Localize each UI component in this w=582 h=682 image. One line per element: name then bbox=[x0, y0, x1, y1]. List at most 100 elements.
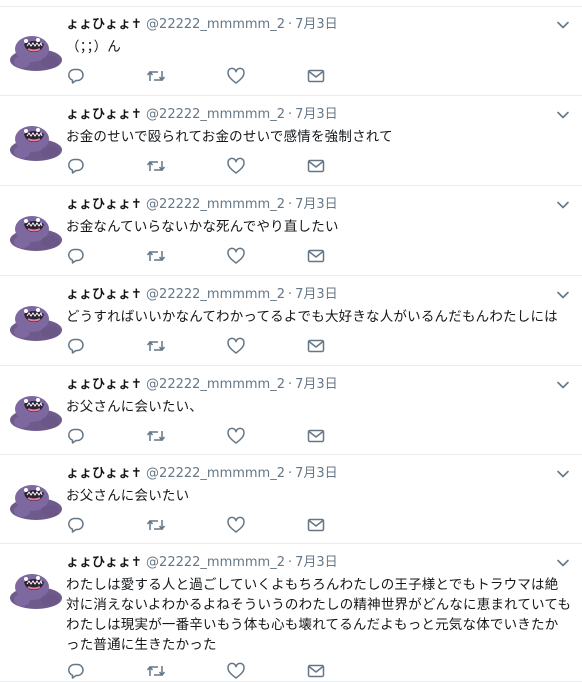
heart-icon bbox=[227, 427, 245, 444]
reply-icon bbox=[68, 248, 84, 264]
tweet[interactable]: ょょひょょ✝ @22222_mmmmm_2 · 7月3日 どうすればいいかなんてわか… bbox=[0, 276, 582, 366]
envelope-icon bbox=[307, 339, 325, 353]
like-button[interactable] bbox=[226, 157, 246, 175]
envelope-icon bbox=[307, 518, 325, 532]
timestamp[interactable]: 7月3日 bbox=[295, 107, 338, 122]
display-name[interactable]: ょょひょょ✝ bbox=[66, 107, 142, 122]
tweet-actions bbox=[66, 427, 346, 445]
display-name[interactable]: ょょひょょ✝ bbox=[66, 287, 142, 302]
timestamp[interactable]: 7月3日 bbox=[295, 466, 338, 481]
chevron-down-icon[interactable] bbox=[556, 378, 570, 392]
reply-button[interactable] bbox=[66, 67, 86, 85]
direct-message-button[interactable] bbox=[306, 247, 326, 265]
display-name[interactable]: ょょひょょ✝ bbox=[66, 377, 142, 392]
user-handle[interactable]: @22222_mmmmm_2 bbox=[146, 555, 285, 570]
reply-button[interactable] bbox=[66, 427, 86, 445]
display-name[interactable]: ょょひょょ✝ bbox=[66, 17, 142, 32]
separator: · bbox=[288, 17, 293, 32]
tweet[interactable]: ょょひょょ✝ @22222_mmmmm_2 · 7月3日 お金なんていらないかな死ん… bbox=[0, 186, 582, 276]
retweet-icon bbox=[146, 666, 166, 676]
retweet-button[interactable] bbox=[146, 427, 166, 445]
avatar[interactable] bbox=[8, 570, 64, 610]
like-button[interactable] bbox=[226, 516, 246, 534]
tweet[interactable]: ょょひょょ✝ @22222_mmmmm_2 · 7月3日 お父さんに会いたい bbox=[0, 455, 582, 544]
direct-message-button[interactable] bbox=[306, 337, 326, 355]
reply-button[interactable] bbox=[66, 662, 86, 680]
retweet-button[interactable] bbox=[146, 67, 166, 85]
heart-icon bbox=[227, 337, 245, 354]
tweet-text: どうすればいいかなんてわかってるよでも大好きな人がいるんだもんわたしには bbox=[66, 309, 558, 325]
tweet-header: ょょひょょ✝ @22222_mmmmm_2 · 7月3日 bbox=[66, 286, 338, 304]
timestamp[interactable]: 7月3日 bbox=[295, 17, 338, 32]
envelope-icon bbox=[307, 249, 325, 263]
avatar[interactable] bbox=[8, 122, 64, 162]
like-button[interactable] bbox=[226, 427, 246, 445]
direct-message-button[interactable] bbox=[306, 67, 326, 85]
retweet-button[interactable] bbox=[146, 662, 166, 680]
user-handle[interactable]: @22222_mmmmm_2 bbox=[146, 107, 285, 122]
timestamp[interactable]: 7月3日 bbox=[295, 287, 338, 302]
direct-message-button[interactable] bbox=[306, 427, 326, 445]
tweet-text: お金のせいで殴られてお金のせいで感情を強制されて bbox=[66, 129, 393, 145]
chevron-down-icon[interactable] bbox=[556, 288, 570, 302]
tweet[interactable]: ょょひょょ✝ @22222_mmmmm_2 · 7月3日 お金のせいで殴られてお金の… bbox=[0, 96, 582, 186]
direct-message-button[interactable] bbox=[306, 157, 326, 175]
avatar[interactable] bbox=[8, 212, 64, 252]
reply-icon bbox=[68, 663, 84, 679]
timestamp[interactable]: 7月3日 bbox=[295, 197, 338, 212]
user-handle[interactable]: @22222_mmmmm_2 bbox=[146, 377, 285, 392]
envelope-icon bbox=[307, 159, 325, 173]
avatar[interactable] bbox=[8, 302, 64, 342]
chevron-down-icon[interactable] bbox=[556, 467, 570, 481]
reply-icon bbox=[68, 158, 84, 174]
display-name[interactable]: ょょひょょ✝ bbox=[66, 466, 142, 481]
heart-icon bbox=[227, 247, 245, 264]
timestamp[interactable]: 7月3日 bbox=[295, 555, 338, 570]
user-handle[interactable]: @22222_mmmmm_2 bbox=[146, 466, 285, 481]
like-button[interactable] bbox=[226, 247, 246, 265]
reply-button[interactable] bbox=[66, 337, 86, 355]
display-name[interactable]: ょょひょょ✝ bbox=[66, 555, 142, 570]
avatar[interactable] bbox=[8, 392, 64, 432]
tweet-header: ょょひょょ✝ @22222_mmmmm_2 · 7月3日 bbox=[66, 106, 338, 124]
heart-icon bbox=[227, 662, 245, 679]
retweet-icon bbox=[146, 71, 166, 81]
tweet-text: お父さんに会いたい bbox=[66, 488, 190, 504]
chevron-down-icon[interactable] bbox=[556, 556, 570, 570]
user-handle[interactable]: @22222_mmmmm_2 bbox=[146, 287, 285, 302]
tweet-text: お父さんに会いたい、 bbox=[66, 399, 203, 415]
envelope-icon bbox=[307, 664, 325, 678]
direct-message-button[interactable] bbox=[306, 516, 326, 534]
tweet-actions bbox=[66, 337, 346, 355]
like-button[interactable] bbox=[226, 67, 246, 85]
timestamp[interactable]: 7月3日 bbox=[295, 377, 338, 392]
like-button[interactable] bbox=[226, 337, 246, 355]
tweet-header: ょょひょょ✝ @22222_mmmmm_2 · 7月3日 bbox=[66, 465, 338, 483]
like-button[interactable] bbox=[226, 662, 246, 680]
reply-button[interactable] bbox=[66, 516, 86, 534]
tweet[interactable]: ょょひょょ✝ @22222_mmmmm_2 · 7月3日 わたしは愛する人と過ごして… bbox=[0, 544, 582, 682]
retweet-button[interactable] bbox=[146, 157, 166, 175]
reply-button[interactable] bbox=[66, 157, 86, 175]
retweet-icon bbox=[146, 161, 166, 171]
chevron-down-icon[interactable] bbox=[556, 108, 570, 122]
separator: · bbox=[288, 287, 293, 302]
separator: · bbox=[288, 197, 293, 212]
tweet-header: ょょひょょ✝ @22222_mmmmm_2 · 7月3日 bbox=[66, 196, 338, 214]
user-handle[interactable]: @22222_mmmmm_2 bbox=[146, 17, 285, 32]
tweet-actions bbox=[66, 67, 346, 85]
tweet-header: ょょひょょ✝ @22222_mmmmm_2 · 7月3日 bbox=[66, 376, 338, 394]
avatar[interactable] bbox=[8, 481, 64, 521]
display-name[interactable]: ょょひょょ✝ bbox=[66, 197, 142, 212]
retweet-button[interactable] bbox=[146, 516, 166, 534]
chevron-down-icon[interactable] bbox=[556, 18, 570, 32]
direct-message-button[interactable] bbox=[306, 662, 326, 680]
retweet-button[interactable] bbox=[146, 337, 166, 355]
avatar[interactable] bbox=[8, 32, 64, 72]
reply-button[interactable] bbox=[66, 247, 86, 265]
user-handle[interactable]: @22222_mmmmm_2 bbox=[146, 197, 285, 212]
tweet[interactable]: ょょひょょ✝ @22222_mmmmm_2 · 7月3日 お父さんに会いたい、 bbox=[0, 366, 582, 455]
chevron-down-icon[interactable] bbox=[556, 198, 570, 212]
retweet-button[interactable] bbox=[146, 247, 166, 265]
tweet[interactable]: ょょひょょ✝ @22222_mmmmm_2 · 7月3日 （；；）ん bbox=[0, 6, 582, 96]
